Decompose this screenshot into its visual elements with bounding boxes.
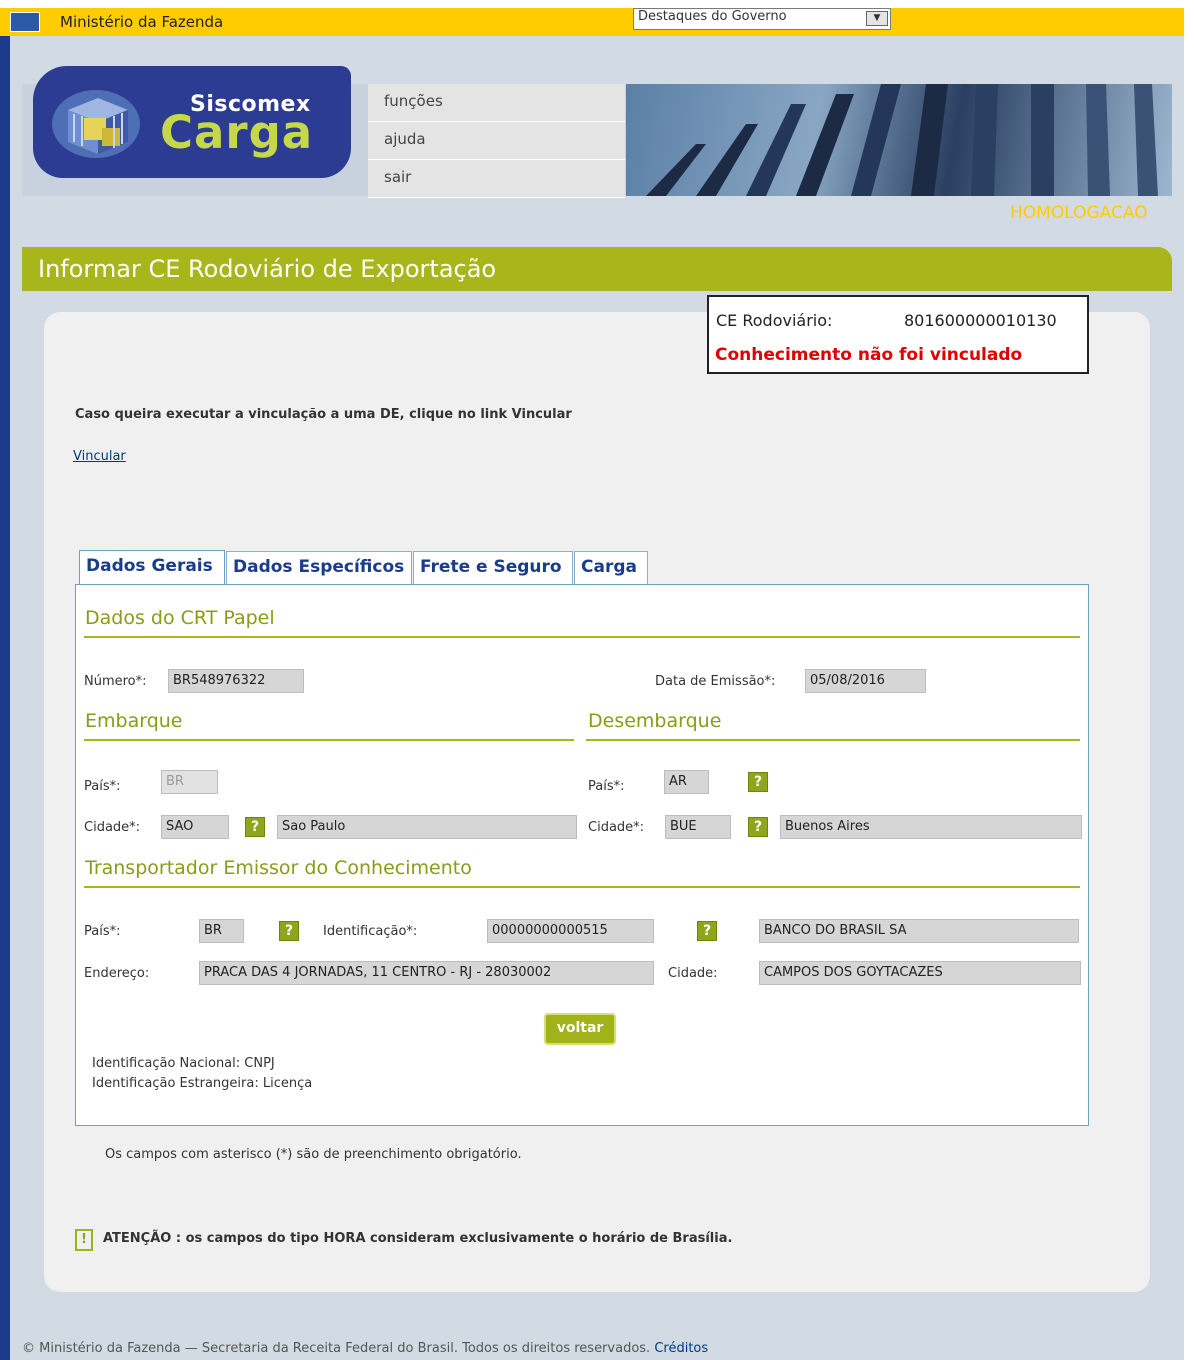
help-icon[interactable]: ? [279,921,299,941]
ce-status-message: Conhecimento não foi vinculado [715,345,1023,365]
desembarque-cidade-code-field[interactable]: BUE [665,815,731,839]
government-bar-title: Ministério da Fazenda [60,13,224,31]
identificacao-field[interactable]: 00000000000515 [487,919,654,943]
ident-estrangeira-note: Identificação Estrangeira: Licença [92,1076,313,1091]
section-title-embarque: Embarque [85,710,183,732]
desembarque-cidade-label: Cidade*: [588,820,645,835]
menu-item-sair[interactable]: sair [368,160,625,198]
transportador-nome-field: BANCO DO BRASIL SA [759,919,1079,943]
desembarque-pais-label: País*: [588,779,625,794]
chevron-down-icon[interactable]: ▼ [866,11,888,26]
cargo-cube-icon [52,90,140,158]
government-flag-icon [10,12,40,32]
help-icon[interactable]: ? [245,817,265,837]
embarque-pais-label: País*: [84,779,121,794]
left-edge-border [0,36,10,1360]
tab-dados-especificos[interactable]: Dados Específicos [226,551,412,584]
section-divider [84,739,574,741]
ce-label: CE Rodoviário: [716,311,833,330]
page-title: Informar CE Rodoviário de Exportação [38,255,497,283]
section-divider [84,636,1080,638]
transportador-cidade-label: Cidade: [668,966,718,981]
footer-text: © Ministério da Fazenda — Secretaria da … [22,1341,651,1356]
header-photo [626,84,1172,196]
embarque-cidade-name-field: Sao Paulo [277,815,577,839]
section-title-desembarque: Desembarque [588,710,722,732]
section-title-transportador: Transportador Emissor do Conhecimento [85,857,472,879]
transportador-pais-label: País*: [84,924,121,939]
help-icon[interactable]: ? [697,921,717,941]
transportador-pais-field[interactable]: BR [199,919,244,943]
help-icon[interactable]: ? [748,817,768,837]
data-emissao-label: Data de Emissão*: [655,674,776,689]
transportador-cidade-field: CAMPOS DOS GOYTACAZES [759,961,1081,985]
obrigatorio-note: Os campos com asterisco (*) são de preen… [105,1147,522,1162]
creditos-link[interactable]: Créditos [654,1341,708,1356]
vinculacao-info-text: Caso queira executar a vinculação a uma … [75,407,572,422]
desembarque-pais-field[interactable]: AR [664,770,709,794]
data-emissao-field[interactable]: 05/08/2016 [805,669,926,693]
section-divider [84,886,1080,888]
identificacao-label: Identificação*: [323,924,418,939]
logo-carga-text: Carga [160,106,314,159]
menu-item-ajuda[interactable]: ajuda [368,122,625,160]
numero-field[interactable]: BR548976322 [168,669,304,693]
environment-label: HOMOLOGACAO [1010,203,1148,223]
desembarque-cidade-name-field: Buenos Aires [780,815,1082,839]
tab-dados-gerais[interactable]: Dados Gerais [79,550,225,584]
atencao-message: ATENÇÃO : os campos do tipo HORA conside… [103,1231,733,1246]
voltar-button[interactable]: voltar [544,1013,616,1045]
ident-nacional-note: Identificação Nacional: CNPJ [92,1056,275,1071]
section-title-dados-crt: Dados do CRT Papel [85,607,275,629]
tab-carga[interactable]: Carga [574,551,648,584]
destaques-select[interactable]: Destaques do Governo ▼ [633,8,891,30]
endereco-field: PRACA DAS 4 JORNADAS, 11 CENTRO - RJ - 2… [199,961,654,985]
vincular-link[interactable]: Vincular [73,449,126,464]
numero-label: Número*: [84,674,147,689]
menu-item-funcoes[interactable]: funções [368,84,625,122]
help-icon[interactable]: ? [748,772,768,792]
embarque-cidade-label: Cidade*: [84,820,141,835]
embarque-cidade-code-field[interactable]: SAO [161,815,229,839]
footer: © Ministério da Fazenda — Secretaria da … [22,1341,708,1356]
building-columns-image [646,84,1158,196]
tab-frete-e-seguro[interactable]: Frete e Seguro [413,551,573,584]
section-divider [586,739,1080,741]
ce-number: 801600000010130 [904,311,1057,330]
endereco-label: Endereço: [84,966,150,981]
warning-icon: ! [75,1229,93,1251]
destaques-select-value: Destaques do Governo [638,9,787,24]
embarque-pais-field: BR [161,770,218,794]
